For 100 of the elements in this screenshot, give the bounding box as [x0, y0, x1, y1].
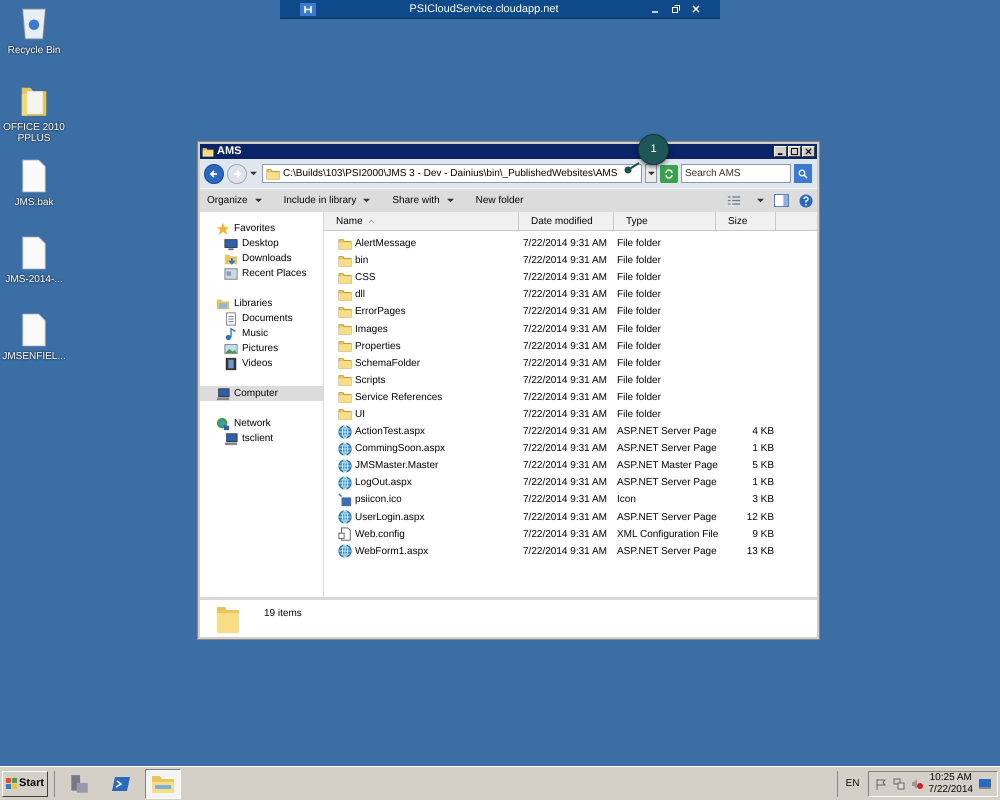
file-name[interactable]: Scripts: [355, 372, 386, 388]
date-cell: 7/22/2014 9:31 AM: [523, 443, 607, 454]
type-cell: File folder: [617, 374, 661, 386]
type-cell: ASP.NET Server Page: [617, 546, 717, 557]
pin-icon[interactable]: [300, 2, 316, 16]
type-cell: File folder: [617, 272, 661, 284]
file-name[interactable]: bin: [355, 253, 368, 268]
date-cell: 7/22/2014 9:31 AM: [523, 255, 607, 266]
file-name[interactable]: JMSMaster.Master: [355, 458, 438, 474]
toolbar-button[interactable]: New folder: [472, 193, 526, 208]
desktop-icon-label[interactable]: Recycle Bin: [8, 45, 60, 56]
type-cell: File folder: [617, 358, 661, 369]
column-header[interactable]: Date modified: [519, 212, 614, 230]
size-cell-text: 12 KB: [746, 510, 774, 525]
nav-item[interactable]: Pictures: [200, 341, 323, 356]
dropdown-button[interactable]: [645, 164, 657, 183]
clock-date[interactable]: 7/22/2014: [928, 784, 973, 796]
show-desktop-icon[interactable]: [979, 778, 991, 788]
file-name[interactable]: SchemaFolder: [355, 356, 420, 371]
folder-icon: [224, 252, 238, 266]
item-count: 19 items: [264, 607, 302, 621]
caret-icon: [446, 197, 454, 204]
speaker-muted-icon[interactable]: [910, 778, 922, 790]
date-cell: 7/22/2014 9:31 AM: [523, 392, 607, 403]
nav-item[interactable]: Network: [200, 416, 323, 431]
globe-icon: [338, 510, 352, 524]
nav-item[interactable]: Music: [200, 326, 323, 341]
file-name[interactable]: Images: [355, 322, 388, 337]
start-button[interactable]: Start: [2, 770, 48, 796]
restore-icon[interactable]: [672, 5, 680, 13]
taskbar-app[interactable]: [145, 768, 182, 798]
nav-item[interactable]: Favorites: [200, 221, 323, 236]
clock-time[interactable]: 10:25 AM: [930, 772, 972, 784]
file-name[interactable]: UI: [355, 406, 365, 422]
preview-pane-icon[interactable]: [774, 194, 789, 207]
date-cell: 7/22/2014 9:31 AM: [523, 546, 607, 557]
file-name[interactable]: LogOut.aspx: [355, 475, 412, 490]
type-cell: File folder: [617, 408, 661, 420]
type-cell: ASP.NET Server Page: [617, 512, 717, 523]
nav-item[interactable]: Recent Places: [200, 266, 323, 281]
file-name[interactable]: Service References: [355, 390, 442, 405]
folder-icon: [338, 373, 352, 388]
file-name[interactable]: ErrorPages: [355, 304, 406, 320]
file-name[interactable]: CommingSoon.aspx: [355, 441, 446, 456]
minimize-button[interactable]: [774, 146, 787, 157]
network-icon[interactable]: [892, 778, 904, 790]
nav-item[interactable]: Documents: [200, 311, 323, 326]
nav-item[interactable]: tsclient: [200, 431, 323, 446]
caret-icon: [648, 170, 654, 177]
file-name[interactable]: ActionTest.aspx: [355, 424, 426, 440]
leader-line: [624, 162, 640, 174]
connection-title: PSICloudService.cloudapp.net: [408, 2, 560, 17]
toolbar-button[interactable]: Organize: [204, 193, 265, 208]
maximize-button[interactable]: [788, 146, 801, 157]
nav-item[interactable]: Desktop: [200, 236, 323, 251]
column-header[interactable]: Size: [716, 212, 776, 230]
file-name[interactable]: psiicon.ico: [355, 492, 402, 508]
file-icon[interactable]: [21, 159, 47, 193]
globe-icon: [216, 416, 230, 430]
search-button[interactable]: [794, 164, 812, 183]
type-cell: File folder: [617, 289, 661, 300]
search-field[interactable]: Search AMS: [681, 164, 791, 183]
close-icon[interactable]: [692, 5, 700, 13]
desktop-icon-label[interactable]: JMSENFIEL...: [2, 351, 66, 362]
step-marker: 1: [638, 134, 669, 165]
type-cell: ASP.NET Server Page: [617, 426, 717, 438]
toolbar-button[interactable]: Include in library: [280, 193, 374, 208]
flag-icon[interactable]: [874, 778, 886, 790]
help-icon[interactable]: [799, 194, 813, 208]
file-name[interactable]: WebForm1.aspx: [355, 544, 428, 559]
file-name[interactable]: dll: [355, 287, 366, 302]
language-indicator[interactable]: EN: [844, 776, 862, 791]
type-cell: XML Configuration File: [617, 528, 718, 540]
music-note-icon: [224, 326, 238, 340]
nav-item[interactable]: Computer: [200, 386, 323, 401]
window-icon: [224, 266, 238, 280]
file-name[interactable]: UserLogin.aspx: [355, 510, 424, 525]
star-icon: [216, 222, 230, 236]
file-icon[interactable]: [21, 313, 47, 347]
nav-item[interactable]: Downloads: [200, 251, 323, 266]
desktop-icon-label[interactable]: JMS-2014-...: [5, 274, 63, 285]
view-options-icon[interactable]: [727, 195, 741, 206]
toolbar-button[interactable]: Share with: [389, 193, 457, 208]
folder-icon: [338, 254, 352, 268]
close-button[interactable]: [802, 146, 815, 157]
file-name[interactable]: AlertMessage: [355, 236, 416, 252]
file-name[interactable]: CSS: [355, 270, 376, 286]
desktop-icon-label[interactable]: JMS.bak: [14, 197, 54, 208]
file-icon[interactable]: [21, 236, 47, 270]
date-cell: 7/22/2014 9:31 AM: [523, 289, 607, 300]
desktop-icon-label[interactable]: OFFICE 2010 PPLUS: [0, 122, 68, 144]
column-header[interactable]: Name: [324, 212, 519, 230]
refresh-button[interactable]: [660, 164, 678, 182]
nav-item[interactable]: Libraries: [200, 296, 323, 311]
nav-item[interactable]: Videos: [200, 356, 323, 371]
file-name[interactable]: Properties: [355, 338, 401, 354]
back-button[interactable]: [204, 164, 224, 184]
column-header[interactable]: Type: [614, 212, 716, 230]
address-bar[interactable]: C:\Builds\103\PSI2000\JMS 3 - Dev - Dainius\bin\_PublishedWebsites\AMS: [262, 164, 642, 183]
file-name[interactable]: Web.config: [355, 526, 405, 542]
